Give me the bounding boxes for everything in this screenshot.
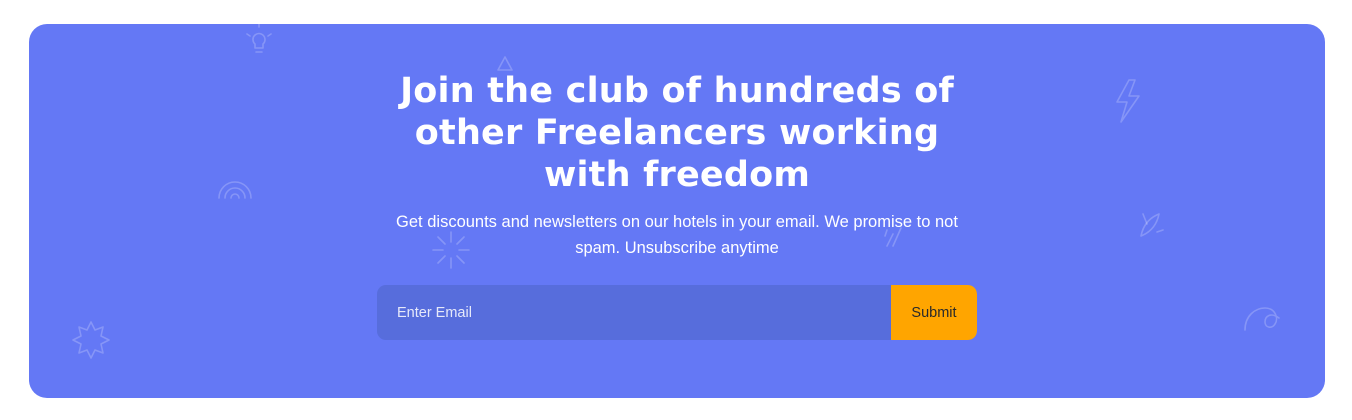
loop-icon xyxy=(1244,307,1280,331)
subtitle: Get discounts and newsletters on our hot… xyxy=(396,213,958,257)
submit-button[interactable]: Submit xyxy=(891,285,977,340)
headline: Join the club of hundreds of other Freel… xyxy=(400,71,954,195)
email-input[interactable] xyxy=(377,285,891,340)
leaf-icon xyxy=(1140,213,1164,237)
starburst-icon xyxy=(72,321,110,359)
lightbulb-icon xyxy=(246,24,272,53)
newsletter-form: Submit xyxy=(377,285,977,340)
lightning-icon xyxy=(1116,79,1140,123)
rainbow-icon xyxy=(218,181,252,199)
newsletter-banner: Join the club of hundreds of other Freel… xyxy=(29,24,1325,398)
